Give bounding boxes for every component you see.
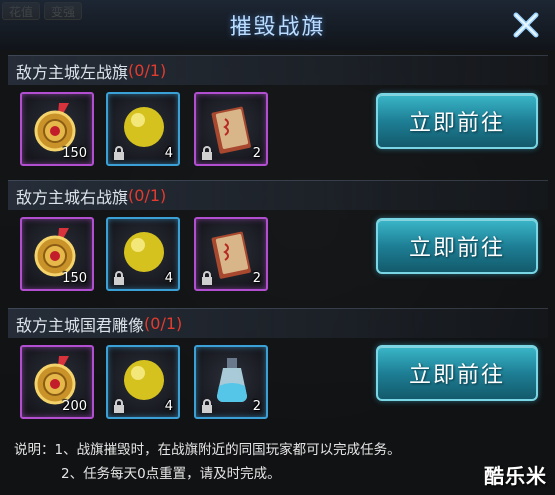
reward-slot[interactable]: 4 [106, 92, 180, 166]
lock-icon [202, 271, 212, 285]
reward-slot[interactable]: 150 [20, 92, 94, 166]
reward-quantity: 2 [252, 271, 261, 286]
lock-icon [202, 399, 212, 413]
reward-slot[interactable]: 2 [194, 345, 268, 419]
task-progress: (0/1) [128, 186, 167, 205]
go-now-button[interactable]: 立即前往 [376, 218, 538, 274]
task-progress: (0/1) [144, 314, 183, 333]
reward-quantity: 2 [252, 146, 261, 161]
task-header: 敌方主城国君雕像 (0/1) [8, 308, 548, 338]
reward-slot[interactable]: 4 [106, 345, 180, 419]
task-name: 敌方主城左战旗 [16, 62, 129, 82]
instruction-line-1: 说明：1、战旗摧毁时，在战旗附近的同国玩家都可以完成任务。 [14, 442, 401, 458]
reward-quantity: 2 [252, 399, 261, 414]
task-header: 敌方主城右战旗 (0/1) [8, 180, 548, 210]
reward-slot[interactable]: 150 [20, 217, 94, 291]
lock-icon [202, 146, 212, 160]
lock-icon [114, 146, 124, 160]
dialog-title-bar: 摧毁战旗 [0, 0, 555, 50]
task-name: 敌方主城右战旗 [16, 187, 129, 207]
close-x-icon [513, 12, 539, 38]
instructions: 说明：1、战旗摧毁时，在战旗附近的同国玩家都可以完成任务。 2、任务每天0点重置… [14, 438, 401, 486]
reward-quantity: 4 [164, 271, 173, 286]
destroy-flags-dialog: 花值 变强 摧毁战旗 敌方主城左战旗(0/1) 敌方主城右战旗(0/1) 敌方主… [0, 0, 555, 495]
reward-slot[interactable]: 2 [194, 217, 268, 291]
reward-quantity: 4 [164, 146, 173, 161]
close-button[interactable] [509, 8, 543, 42]
reward-slot[interactable]: 200 [20, 345, 94, 419]
instruction-line-2: 2、任务每天0点重置，请及时完成。 [61, 466, 281, 482]
dialog-title: 摧毁战旗 [229, 15, 326, 40]
reward-quantity: 150 [62, 146, 87, 161]
lock-icon [114, 399, 124, 413]
task-name: 敌方主城国君雕像 [16, 315, 145, 335]
reward-quantity: 4 [164, 399, 173, 414]
task-progress: (0/1) [128, 61, 167, 80]
site-watermark: 酷乐米 [484, 464, 547, 488]
task-header: 敌方主城左战旗 (0/1) [8, 55, 548, 85]
lock-icon [114, 271, 124, 285]
reward-quantity: 200 [62, 399, 87, 414]
go-now-button[interactable]: 立即前往 [376, 93, 538, 149]
go-now-button[interactable]: 立即前往 [376, 345, 538, 401]
reward-slot[interactable]: 4 [106, 217, 180, 291]
reward-quantity: 150 [62, 271, 87, 286]
reward-slot[interactable]: 2 [194, 92, 268, 166]
